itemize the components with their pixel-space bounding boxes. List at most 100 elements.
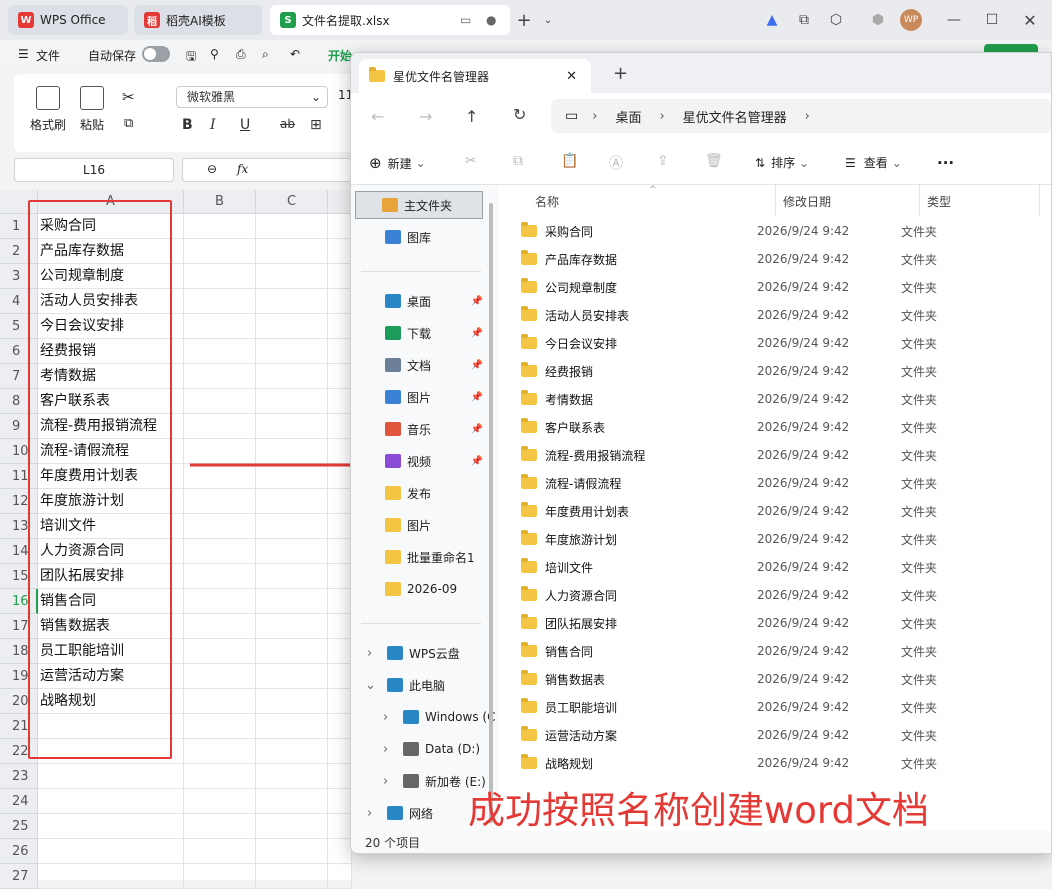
chevron-right-icon[interactable]: › — [383, 710, 388, 725]
copy-icon[interactable]: ⧉ — [124, 116, 133, 131]
formula-bar[interactable]: ⊖ fx — [182, 158, 352, 182]
new-tab-icon[interactable]: + — [613, 63, 628, 84]
view-button[interactable]: ☰ 查看 ⌄ — [845, 154, 902, 171]
address-bar[interactable]: ▭ › 桌面 › 星优文件名管理器 › — [551, 99, 1051, 133]
nav-item[interactable]: 2026-09 — [365, 575, 485, 603]
file-row[interactable]: 人力资源合同 2026/9/24 9:42 文件夹 — [521, 581, 1051, 609]
name-box[interactable]: L16 — [14, 158, 174, 182]
hamburger-icon[interactable]: ☰ — [18, 47, 29, 61]
nav-item[interactable]: 图片 — [365, 511, 485, 539]
row-header[interactable]: 26 — [0, 839, 38, 864]
file-row[interactable]: 公司规章制度 2026/9/24 9:42 文件夹 — [521, 273, 1051, 301]
back-icon[interactable]: ← — [371, 107, 384, 126]
paste-icon[interactable]: 📋 — [561, 153, 579, 171]
column-header-d[interactable] — [328, 190, 352, 214]
cell-b[interactable] — [184, 414, 256, 439]
file-row[interactable]: 团队拓展安排 2026/9/24 9:42 文件夹 — [521, 609, 1051, 637]
cut-icon[interactable]: ✂ — [122, 88, 135, 106]
strikethrough-icon[interactable]: ab — [280, 117, 295, 131]
breadcrumb-folder[interactable]: 星优文件名管理器 — [683, 107, 787, 126]
pin-icon[interactable]: 📌 — [471, 392, 483, 403]
cell-b[interactable] — [184, 539, 256, 564]
menu-file[interactable]: 文件 — [36, 47, 60, 64]
print-icon[interactable]: ⎙ — [236, 47, 246, 62]
cell-c[interactable] — [256, 289, 328, 314]
cell-a[interactable] — [38, 764, 184, 789]
cell-d[interactable] — [328, 539, 352, 564]
cell-c[interactable] — [256, 214, 328, 239]
delete-icon[interactable]: 🗑 — [705, 153, 723, 171]
cell-c[interactable] — [256, 514, 328, 539]
cell-d[interactable] — [328, 239, 352, 264]
nav-item[interactable]: 音乐 📌 — [365, 415, 485, 443]
cell-b[interactable] — [184, 339, 256, 364]
nav-item[interactable]: › Data (D:) — [381, 735, 501, 763]
cell-b[interactable] — [184, 589, 256, 614]
cell-b[interactable] — [184, 814, 256, 839]
cell-d[interactable] — [328, 614, 352, 639]
share-icon[interactable]: ⇪ — [657, 153, 675, 171]
cell-d[interactable] — [328, 289, 352, 314]
file-row[interactable]: 年度费用计划表 2026/9/24 9:42 文件夹 — [521, 497, 1051, 525]
cell-c[interactable] — [256, 564, 328, 589]
cell-c[interactable] — [256, 589, 328, 614]
pin-icon[interactable]: 📌 — [471, 456, 483, 467]
cell-d[interactable] — [328, 214, 352, 239]
settings-hex-icon[interactable]: ⬢ — [868, 10, 888, 30]
cell-a[interactable] — [38, 864, 184, 889]
format-painter-button[interactable]: 格式刷 — [26, 86, 70, 133]
nav-scrollbar[interactable] — [489, 203, 493, 823]
cell-d[interactable] — [328, 564, 352, 589]
cell-b[interactable] — [184, 664, 256, 689]
file-row[interactable]: 客户联系表 2026/9/24 9:42 文件夹 — [521, 413, 1051, 441]
cell-d[interactable] — [328, 364, 352, 389]
maximize-icon[interactable]: ☐ — [982, 10, 1002, 30]
cell-a[interactable] — [38, 789, 184, 814]
cell-d[interactable] — [328, 264, 352, 289]
cell-d[interactable] — [328, 864, 352, 889]
undo-icon[interactable]: ↶ — [290, 47, 300, 61]
row-header[interactable]: 27 — [0, 864, 38, 889]
file-row[interactable]: 培训文件 2026/9/24 9:42 文件夹 — [521, 553, 1051, 581]
cell-d[interactable] — [328, 514, 352, 539]
chevron-right-icon[interactable]: › — [383, 742, 388, 757]
row-header[interactable]: 23 — [0, 764, 38, 789]
save-icon[interactable]: 🖫 — [186, 47, 196, 68]
row-header[interactable]: 25 — [0, 814, 38, 839]
file-row[interactable]: 活动人员安排表 2026/9/24 9:42 文件夹 — [521, 301, 1051, 329]
border-icon[interactable]: ⊞ — [310, 117, 322, 133]
cell-b[interactable] — [184, 639, 256, 664]
cell-c[interactable] — [256, 864, 328, 889]
explorer-tab[interactable]: 星优文件名管理器 ✕ — [359, 59, 591, 93]
file-row[interactable]: 销售合同 2026/9/24 9:42 文件夹 — [521, 637, 1051, 665]
cell-b[interactable] — [184, 239, 256, 264]
cell-d[interactable] — [328, 839, 352, 864]
nav-item[interactable]: 视频 📌 — [365, 447, 485, 475]
cell-c[interactable] — [256, 389, 328, 414]
pin-icon[interactable]: 📌 — [471, 296, 483, 307]
file-row[interactable]: 运营活动方案 2026/9/24 9:42 文件夹 — [521, 721, 1051, 749]
header-type[interactable]: 类型 — [927, 193, 951, 210]
cell-d[interactable] — [328, 714, 352, 739]
cell-c[interactable] — [256, 639, 328, 664]
up-icon[interactable]: ↑ — [465, 107, 478, 126]
ai-icon[interactable]: ▲ — [762, 10, 782, 30]
nav-item[interactable]: 下载 📌 — [365, 319, 485, 347]
cell-d[interactable] — [328, 689, 352, 714]
cell-d[interactable] — [328, 489, 352, 514]
cell-a[interactable] — [38, 839, 184, 864]
share-icon[interactable]: ⚲ — [210, 47, 219, 61]
font-family-select[interactable]: 微软雅黑 ⌄ — [176, 86, 328, 108]
autosave-toggle[interactable] — [142, 46, 170, 62]
cell-c[interactable] — [256, 314, 328, 339]
cell-c[interactable] — [256, 664, 328, 689]
cell-b[interactable] — [184, 514, 256, 539]
file-row[interactable]: 销售数据表 2026/9/24 9:42 文件夹 — [521, 665, 1051, 693]
avatar[interactable]: WP — [900, 9, 922, 31]
cell-b[interactable] — [184, 314, 256, 339]
cell-b[interactable] — [184, 389, 256, 414]
file-row[interactable]: 年度旅游计划 2026/9/24 9:42 文件夹 — [521, 525, 1051, 553]
header-date[interactable]: 修改日期 — [783, 193, 831, 210]
cell-c[interactable] — [256, 364, 328, 389]
new-tab-icon[interactable]: + — [514, 10, 534, 31]
